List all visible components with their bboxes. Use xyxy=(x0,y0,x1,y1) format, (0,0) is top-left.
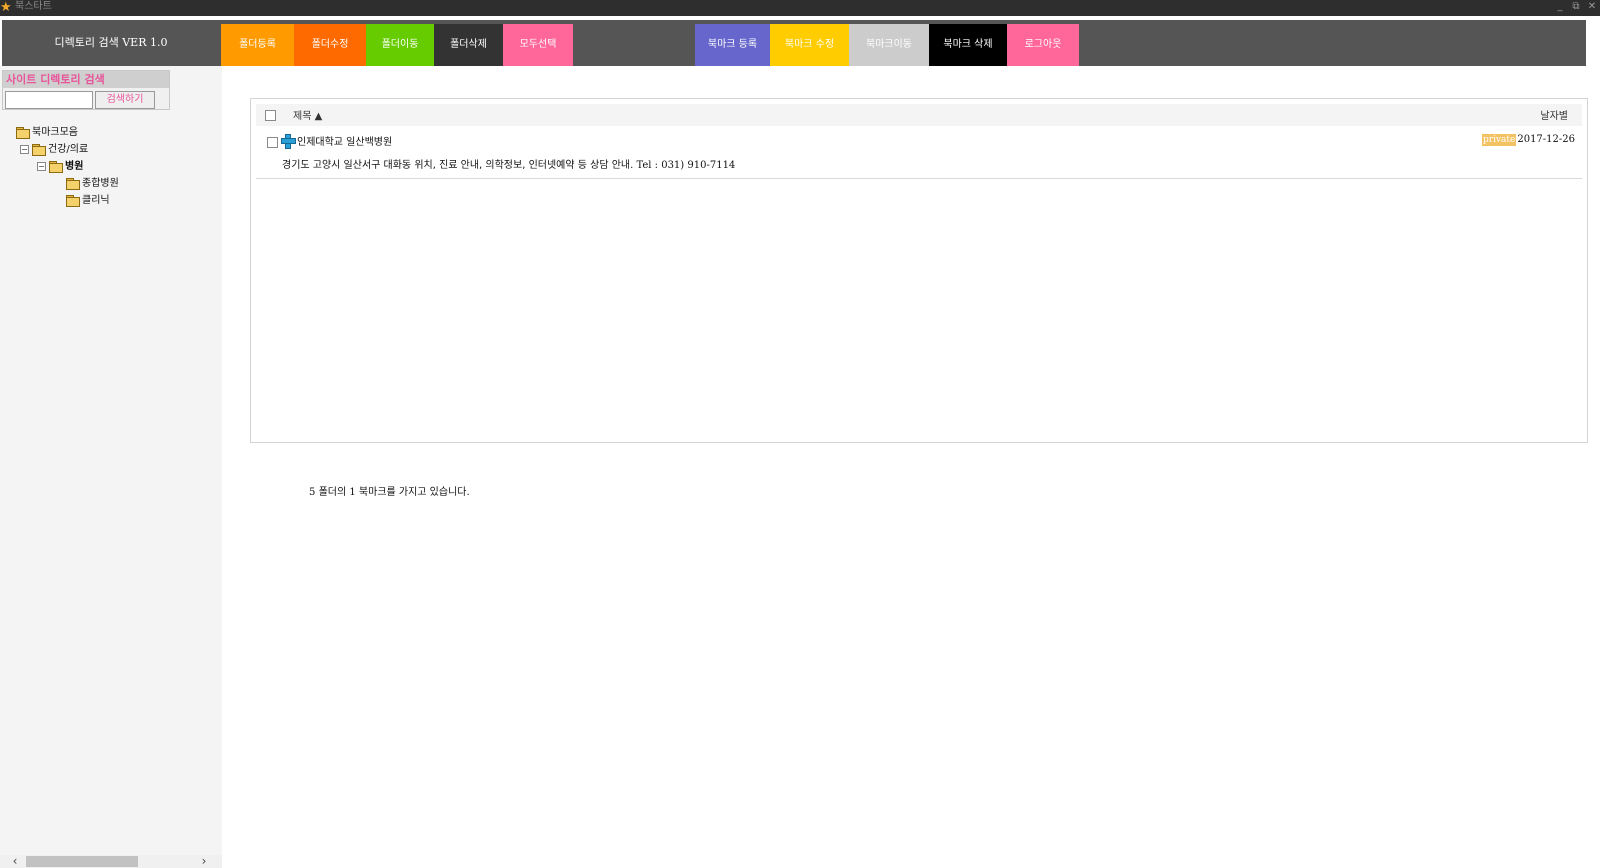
bookmark-edit-button[interactable]: 북마크 수정 xyxy=(770,24,849,66)
search-title: 사이트 디렉토리 검색 xyxy=(3,71,169,88)
folder-move-button[interactable]: 폴더이동 xyxy=(366,24,434,66)
select-all-checkbox[interactable] xyxy=(265,110,276,121)
directory-search-box: 사이트 디렉토리 검색 검색하기 xyxy=(2,70,170,110)
folder-add-button[interactable]: 폴더등록 xyxy=(221,24,294,66)
tree-node-label: 북마크모음 xyxy=(32,127,78,138)
top-navigation: 디렉토리 검색 VER 1.0 폴더등록 폴더수정 폴더이동 폴더삭제 모두선택… xyxy=(2,20,1586,66)
sidebar-horizontal-scrollbar[interactable]: ‹ › xyxy=(0,855,222,868)
tree-node-clinic[interactable]: 클리닉 xyxy=(66,194,110,208)
logout-button[interactable]: 로그아웃 xyxy=(1007,24,1079,66)
private-badge: private xyxy=(1482,134,1517,146)
collapse-icon[interactable]: − xyxy=(37,161,46,171)
close-icon[interactable]: ✕ xyxy=(1585,0,1599,16)
tree-node-label: 클리닉 xyxy=(82,195,110,206)
summary-text-end: 북마크를 가지고 있습니다. xyxy=(358,487,470,498)
search-button[interactable]: 검색하기 xyxy=(95,91,155,109)
tree-node-label: 종합병원 xyxy=(82,178,119,189)
bookmark-list-panel: 제목 ▲ 날자별 인제대학교 일산백병원 경기도 고양시 일산서구 대화동 위치… xyxy=(250,98,1588,443)
folder-icon xyxy=(66,195,80,207)
bookmark-count: 1 xyxy=(349,487,356,498)
folder-edit-button[interactable]: 폴더수정 xyxy=(294,24,366,66)
window-title: 북스타트 xyxy=(15,1,52,12)
phone-number: Tel : 031) 910-7114 xyxy=(636,160,736,171)
tree-node-general-hospital[interactable]: 종합병원 xyxy=(66,177,119,191)
folder-delete-button[interactable]: 폴더삭제 xyxy=(434,24,503,66)
scrollbar-thumb[interactable] xyxy=(26,856,138,867)
tree-node-hospital[interactable]: − 병원 xyxy=(37,160,83,174)
collapse-icon[interactable]: − xyxy=(20,144,29,154)
tree-node-health[interactable]: − 건강/의료 xyxy=(20,143,88,157)
folder-icon xyxy=(49,161,63,173)
row-checkbox[interactable] xyxy=(267,137,278,148)
description-text: 경기도 고양시 일산서구 대화동 위치, 진료 안내, 의학정보, 인터넷예약 … xyxy=(282,160,634,171)
folder-icon xyxy=(16,127,30,139)
tree-node-label: 병원 xyxy=(65,161,84,172)
sidebar: 사이트 디렉토리 검색 검색하기 북마크모음 − 건강/의료 − 병원 종합병원 클… xyxy=(0,66,222,868)
bookmark-add-button[interactable]: 북마크 등록 xyxy=(695,24,770,66)
folder-icon xyxy=(66,178,80,190)
row-divider xyxy=(256,178,1582,179)
scroll-left-icon[interactable]: ‹ xyxy=(8,855,22,868)
tree-node-label: 건강/의료 xyxy=(48,144,89,155)
bookmark-move-button[interactable]: 북마크이동 xyxy=(849,24,929,66)
bookmark-date: 2017-12-26 xyxy=(1517,134,1575,145)
restore-icon[interactable]: ⧉ xyxy=(1569,0,1583,16)
bookmark-summary: 5 폴더의 1 북마크를 가지고 있습니다. xyxy=(309,483,470,498)
app-title: 디렉토리 검색 VER 1.0 xyxy=(54,36,168,49)
minimize-icon[interactable]: _ xyxy=(1553,0,1567,16)
search-input[interactable] xyxy=(5,91,93,109)
bookmark-delete-button[interactable]: 북마크 삭제 xyxy=(929,24,1007,66)
column-date-sort[interactable]: 날자별 xyxy=(1540,107,1568,122)
app-star-icon: ★ xyxy=(0,0,12,15)
summary-text: 폴더의 xyxy=(318,487,347,498)
list-header: 제목 ▲ 날자별 xyxy=(256,104,1582,126)
folder-count: 5 xyxy=(309,487,316,498)
column-title-sort[interactable]: 제목 ▲ xyxy=(293,107,322,122)
bookmark-description: 경기도 고양시 일산서구 대화동 위치, 진료 안내, 의학정보, 인터넷예약 … xyxy=(282,156,735,171)
hospital-cross-icon xyxy=(281,134,296,149)
folder-icon xyxy=(32,144,46,156)
window-titlebar: ★ 북스타트 _ ⧉ ✕ xyxy=(0,0,1600,16)
tree-node-bookmarks[interactable]: 북마크모음 xyxy=(16,126,78,140)
scroll-right-icon[interactable]: › xyxy=(197,855,211,868)
bookmark-title-link[interactable]: 인제대학교 일산백병원 xyxy=(297,133,392,148)
select-all-button[interactable]: 모두선택 xyxy=(503,24,573,66)
